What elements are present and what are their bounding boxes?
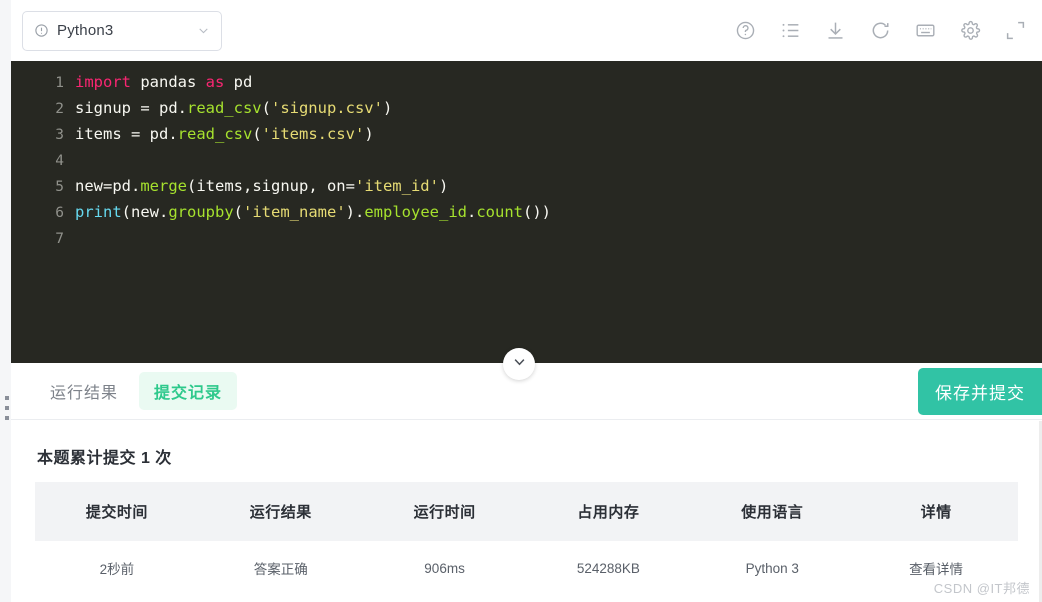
- code-token: 'items.csv': [261, 125, 365, 143]
- left-gutter-strip: [0, 0, 11, 602]
- column-header-memory: 占用内存: [526, 482, 691, 541]
- code-content[interactable]: 1 import pandas as pd 2 signup = pd.read_cs…: [11, 61, 1042, 251]
- save-and-submit-button[interactable]: 保存并提交: [918, 367, 1042, 415]
- submission-count-title: 本题累计提交 1 次: [37, 450, 172, 467]
- code-line: 7: [11, 225, 1042, 251]
- code-token: ): [364, 125, 374, 143]
- submissions-table: 提交时间 运行结果 运行时间 占用内存 使用语言 详情 2秒前 答案正确 906…: [35, 482, 1018, 595]
- column-header-submit-time: 提交时间: [35, 482, 199, 541]
- code-token: count: [476, 203, 524, 221]
- code-line: 5 new=pd.merge(items,signup, on='item_id'…: [11, 173, 1042, 199]
- chevron-down-icon: [197, 24, 210, 37]
- code-token: (: [261, 99, 271, 117]
- table-header-row: 提交时间 运行结果 运行时间 占用内存 使用语言 详情: [35, 482, 1018, 541]
- code-token: .: [467, 203, 477, 221]
- code-line: 1 import pandas as pd: [11, 69, 1042, 95]
- code-token: (items,signup, on=: [187, 177, 355, 195]
- code-token: read_csv: [177, 125, 253, 143]
- code-token: pd: [224, 73, 253, 91]
- code-line: 3 items = pd.read_csv('items.csv'): [11, 121, 1042, 147]
- code-token: (: [233, 203, 244, 221]
- tab-run-result[interactable]: 运行结果: [35, 372, 133, 410]
- language-selector-value: Python3: [57, 22, 114, 39]
- line-number: 7: [55, 231, 64, 247]
- list-icon[interactable]: [780, 20, 801, 41]
- settings-gear-icon[interactable]: [960, 20, 981, 41]
- refresh-icon[interactable]: [870, 20, 891, 41]
- column-header-language: 使用语言: [690, 482, 855, 541]
- code-token: ()): [523, 203, 552, 221]
- table-row: 2秒前 答案正确 906ms 524288KB Python 3 查看详情: [35, 541, 1018, 595]
- code-token: ): [438, 177, 449, 195]
- code-token: ).: [345, 203, 365, 221]
- chevron-down-icon: [512, 354, 527, 374]
- code-token: groupby: [168, 203, 234, 221]
- line-number: 6: [55, 205, 64, 221]
- code-token: ): [382, 99, 393, 117]
- column-header-detail: 详情: [854, 482, 1018, 541]
- csdn-watermark: CSDN @IT邦德: [933, 581, 1030, 596]
- code-token: items = pd.: [75, 125, 178, 143]
- code-token: employee_id: [364, 203, 467, 221]
- download-icon[interactable]: [825, 20, 846, 41]
- keyboard-icon[interactable]: [915, 20, 936, 41]
- column-header-result: 运行结果: [198, 482, 363, 541]
- handle-dot: [5, 416, 9, 420]
- editor-toolbar: Python3: [11, 0, 1042, 61]
- cell-memory: 524288KB: [576, 560, 640, 576]
- tab-submission-history[interactable]: 提交记录: [139, 372, 238, 410]
- fullscreen-icon[interactable]: [1005, 20, 1026, 41]
- help-icon[interactable]: [735, 20, 756, 41]
- line-number: 4: [55, 153, 64, 169]
- line-number: 3: [55, 127, 64, 143]
- code-token: 'item_name': [243, 203, 346, 221]
- panel-resize-handle[interactable]: [5, 396, 10, 420]
- code-editor[interactable]: 1 import pandas as pd 2 signup = pd.read_cs…: [11, 61, 1042, 363]
- code-line: 4: [11, 147, 1042, 173]
- toolbar-icon-group: [735, 20, 1028, 41]
- handle-dot: [5, 406, 9, 410]
- code-line: 2 signup = pd.read_csv('signup.csv'): [11, 95, 1042, 121]
- code-token: import: [75, 73, 131, 91]
- line-number: 2: [55, 101, 64, 117]
- code-token: (: [252, 125, 262, 143]
- language-selector[interactable]: Python3: [22, 10, 222, 51]
- code-token: new=pd.: [75, 177, 141, 195]
- cell-run-time: 906ms: [424, 560, 465, 576]
- code-token: as: [205, 73, 225, 91]
- code-line: 6 print(new.groupby('item_name').employee…: [11, 199, 1042, 225]
- code-token: (new.: [121, 203, 169, 221]
- cell-language: Python 3: [745, 560, 799, 576]
- code-token: signup = pd.: [75, 99, 187, 117]
- cell-result-status: 答案正确: [253, 562, 308, 577]
- collapse-editor-button[interactable]: [503, 348, 535, 380]
- line-number: 5: [55, 179, 64, 195]
- handle-dot: [5, 396, 9, 400]
- code-token: 'item_id': [354, 177, 439, 195]
- code-token: print: [75, 203, 122, 221]
- submission-history-panel: 本题累计提交 1 次 提交时间 运行结果 运行时间 占用内存 使用语言 详情 2…: [11, 421, 1042, 602]
- code-token: merge: [140, 177, 187, 195]
- line-number: 1: [55, 75, 64, 91]
- info-circle-icon: [34, 23, 49, 38]
- column-header-run-time: 运行时间: [362, 482, 527, 541]
- code-token: pandas: [131, 73, 206, 91]
- code-token: read_csv: [186, 99, 262, 117]
- cell-submit-time: 2秒前: [99, 562, 135, 577]
- code-token: 'signup.csv': [270, 99, 383, 117]
